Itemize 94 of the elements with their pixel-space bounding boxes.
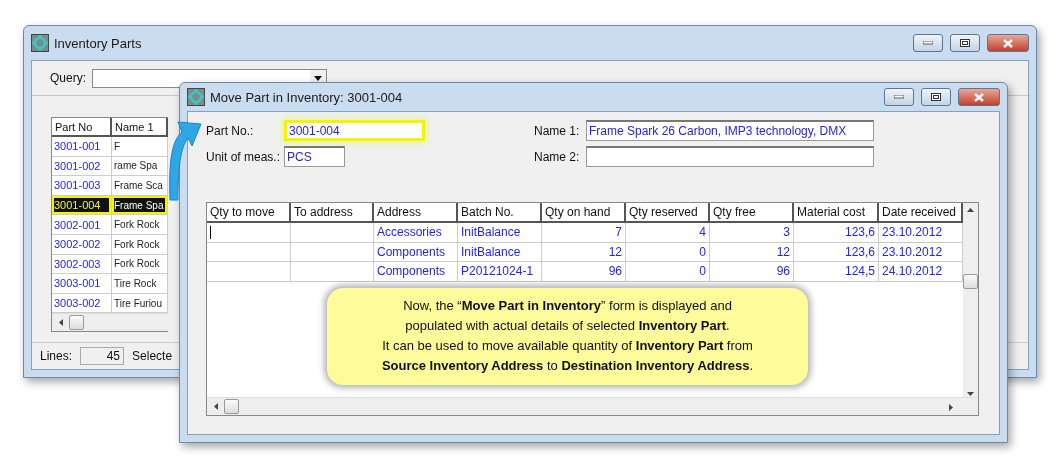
table-cell[interactable]: 3001-004 bbox=[52, 195, 112, 216]
input-field[interactable]: PCS bbox=[284, 146, 345, 167]
scroll-thumb[interactable] bbox=[69, 315, 84, 331]
table-cell[interactable]: Fork Rock bbox=[112, 234, 168, 255]
input-field[interactable]: 3001-004 bbox=[284, 120, 425, 141]
maximize-button[interactable] bbox=[921, 88, 951, 106]
column-header[interactable]: Name 1 bbox=[112, 118, 168, 137]
table-cell[interactable]: 3001-001 bbox=[52, 137, 112, 157]
table-cell[interactable]: Components bbox=[374, 262, 458, 282]
scroll-thumb[interactable] bbox=[963, 274, 978, 289]
table-cell[interactable]: InitBalance bbox=[458, 223, 542, 243]
table-cell[interactable]: 0 bbox=[626, 262, 710, 282]
table-cell[interactable] bbox=[291, 242, 374, 263]
minimize-icon bbox=[894, 95, 904, 99]
lines-count: 45 bbox=[80, 347, 125, 365]
table-cell[interactable]: 24.10.2012 bbox=[879, 262, 963, 282]
table-cell[interactable]: 96 bbox=[542, 262, 626, 282]
close-button[interactable] bbox=[958, 88, 1000, 106]
table-cell[interactable]: 3001-002 bbox=[52, 156, 112, 177]
table-cell[interactable]: rame Spa bbox=[112, 156, 168, 177]
scroll-right-icon[interactable] bbox=[947, 403, 954, 411]
scroll-left-icon[interactable] bbox=[213, 403, 220, 410]
table-cell[interactable]: 4 bbox=[626, 223, 710, 243]
maximize-icon bbox=[931, 93, 941, 101]
table-cell[interactable]: Tire Furiou bbox=[112, 293, 168, 314]
selected-label: Selecte bbox=[132, 349, 173, 363]
minimize-button[interactable] bbox=[913, 34, 943, 52]
table-cell[interactable]: 3002-001 bbox=[52, 215, 112, 235]
maximize-button[interactable] bbox=[950, 34, 980, 52]
table-cell[interactable]: 124,5 bbox=[794, 262, 879, 282]
column-header[interactable]: Address bbox=[374, 203, 458, 223]
table-cell[interactable]: 12 bbox=[710, 242, 794, 263]
table-cell[interactable]: 12 bbox=[542, 242, 626, 263]
column-header[interactable]: Material cost bbox=[794, 203, 879, 223]
field-label: Part No.: bbox=[206, 123, 255, 138]
window-title: Inventory Parts bbox=[54, 35, 142, 51]
table-cell[interactable]: 23.10.2012 bbox=[879, 242, 963, 263]
lines-label: Lines: bbox=[40, 349, 73, 363]
table-cell[interactable]: F bbox=[112, 137, 168, 157]
table-cell[interactable]: Tire Rock bbox=[112, 274, 168, 294]
text-cursor bbox=[210, 225, 211, 239]
table-cell[interactable]: Fork Rock bbox=[112, 254, 168, 275]
window-title: Move Part in Inventory: 3001-004 bbox=[210, 89, 403, 105]
column-header[interactable]: Qty free bbox=[710, 203, 794, 223]
input-field[interactable] bbox=[207, 223, 291, 243]
table-cell[interactable]: 3002-003 bbox=[52, 254, 112, 275]
close-button[interactable] bbox=[987, 34, 1029, 52]
column-header[interactable]: Qty to move bbox=[207, 203, 291, 223]
table-cell[interactable]: 3001-003 bbox=[52, 176, 112, 196]
window-icon bbox=[187, 88, 205, 106]
table-cell[interactable]: 0 bbox=[626, 242, 710, 263]
window-icon bbox=[31, 34, 49, 52]
input-field[interactable] bbox=[586, 146, 874, 167]
table-cell[interactable]: P20121024-1 bbox=[458, 262, 542, 282]
scroll-left-icon[interactable] bbox=[58, 319, 65, 327]
scroll-up-icon[interactable] bbox=[967, 207, 974, 214]
table-cell[interactable]: Frame Spa bbox=[112, 195, 168, 216]
table-cell[interactable]: InitBalance bbox=[458, 242, 542, 263]
dropdown-arrow-icon bbox=[314, 75, 322, 81]
close-icon bbox=[1003, 38, 1013, 48]
table-cell[interactable]: 7 bbox=[542, 223, 626, 243]
minimize-icon bbox=[923, 41, 933, 45]
table-cell[interactable] bbox=[291, 223, 374, 243]
scroll-thumb[interactable] bbox=[224, 399, 239, 414]
field-label: Name 2: bbox=[534, 149, 581, 164]
column-header[interactable]: Batch No. bbox=[458, 203, 542, 223]
column-header[interactable]: Date received bbox=[879, 203, 963, 223]
column-header[interactable]: Qty on hand bbox=[542, 203, 626, 223]
callout-note: Now, the “Move Part in Inventory” form is displayed and populated with actual details of selected Inventory Part. It can be used to move available quantity of Inventory Part from Source Inventory Address to Destination Inventory Address. bbox=[327, 288, 808, 385]
column-header[interactable]: Part No bbox=[52, 118, 112, 137]
table-cell[interactable]: 123,6 bbox=[794, 242, 879, 263]
minimize-button[interactable] bbox=[884, 88, 914, 106]
table-cell[interactable]: 3003-001 bbox=[52, 274, 112, 294]
column-header[interactable]: Qty reserved bbox=[626, 203, 710, 223]
table-cell[interactable]: 3002-002 bbox=[52, 234, 112, 255]
column-header[interactable]: To address bbox=[291, 203, 374, 223]
table-cell[interactable]: 23.10.2012 bbox=[879, 223, 963, 243]
table-cell[interactable]: 96 bbox=[710, 262, 794, 282]
table-cell[interactable]: Fork Rock bbox=[112, 215, 168, 235]
table-cell[interactable]: 123,6 bbox=[794, 223, 879, 243]
table-cell[interactable]: 3 bbox=[710, 223, 794, 243]
table-cell[interactable]: Frame Sca bbox=[112, 176, 168, 196]
table-cell[interactable]: Accessories bbox=[374, 223, 458, 243]
close-icon bbox=[974, 92, 984, 102]
input-field[interactable]: Frame Spark 26 Carbon, IMP3 technology, DMX bbox=[586, 120, 874, 141]
query-label: Query: bbox=[50, 71, 86, 85]
table-cell[interactable] bbox=[207, 242, 291, 263]
maximize-icon bbox=[960, 39, 970, 47]
table-cell[interactable]: 3003-002 bbox=[52, 293, 112, 314]
table-cell[interactable] bbox=[207, 262, 291, 282]
field-label: Name 1: bbox=[534, 123, 581, 138]
table-cell[interactable]: Components bbox=[374, 242, 458, 263]
table-cell[interactable] bbox=[291, 262, 374, 282]
field-label: Unit of meas.: bbox=[206, 149, 282, 164]
